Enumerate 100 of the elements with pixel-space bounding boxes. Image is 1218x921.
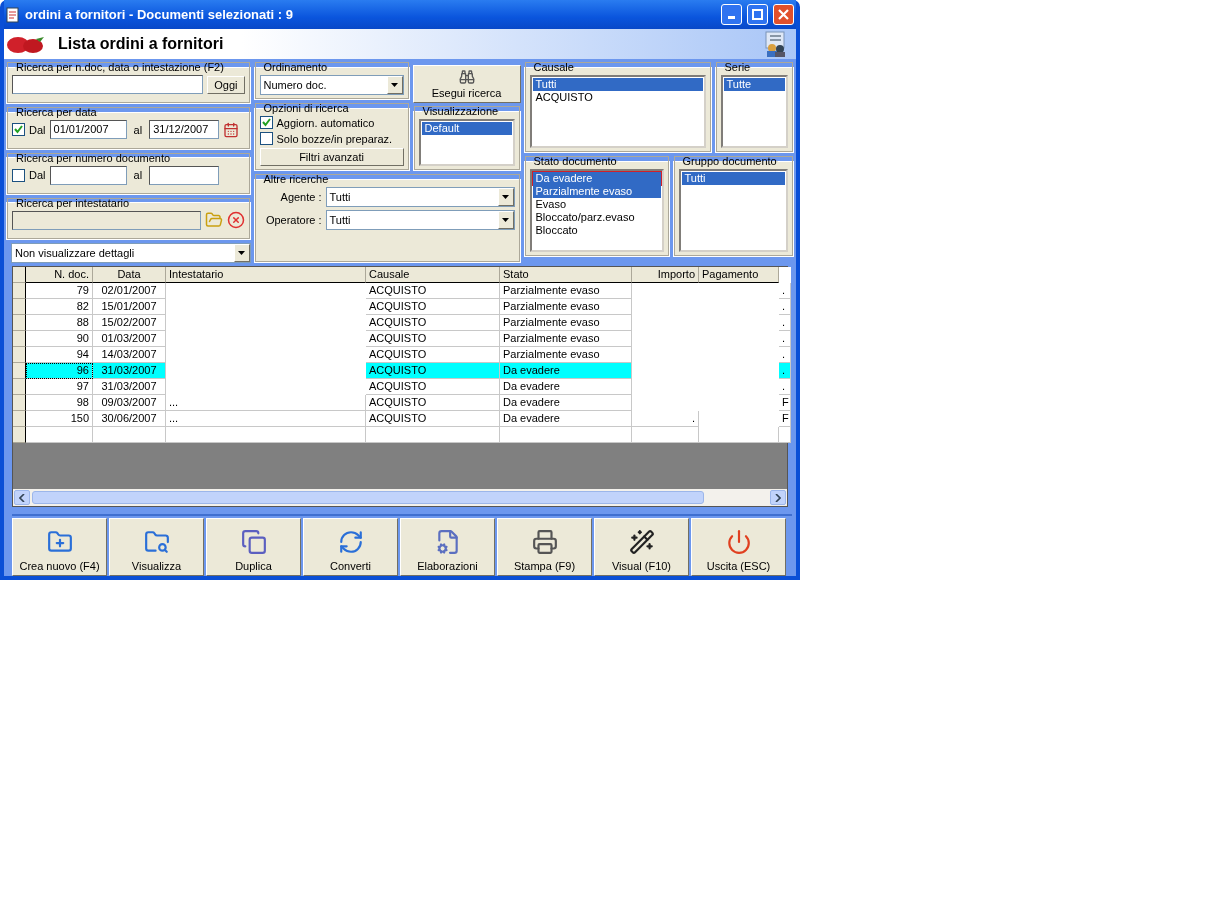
table-cell: ... [166,395,366,411]
table-cell: 01/03/2007 [93,331,166,347]
checkbox[interactable] [12,168,25,182]
filter-dropdown[interactable]: Tutti [325,210,515,230]
today-button[interactable]: Oggi [207,75,245,94]
group-label: Ricerca per numero documento [15,151,172,164]
list-item[interactable]: Evaso [532,198,661,211]
details-dropdown[interactable]: Non visualizzare dettagli [11,243,251,263]
maximize-button[interactable] [747,4,768,25]
column-header[interactable]: Data [93,267,166,283]
field-label: al [132,123,144,136]
list-item[interactable]: ACQUISTO [532,91,703,104]
toolbar-button[interactable]: Elaborazioni [400,518,495,576]
horizontal-scrollbar[interactable] [13,489,787,506]
row-header[interactable] [13,315,26,331]
calendar-icon[interactable] [223,121,240,138]
list-box[interactable]: Tutte [720,75,788,148]
search-button[interactable]: Esegui ricerca [412,65,521,103]
row-header[interactable] [13,379,26,395]
checkbox[interactable] [259,116,273,129]
checkbox[interactable] [12,123,25,137]
field-label: al [132,169,144,181]
list-item[interactable]: Bloccato/parz.evaso [532,211,661,224]
table-cell: 09/03/2007 [93,395,166,411]
group-label: Visualizzazione [421,105,500,117]
table-cell: 31/03/2007 [93,379,166,395]
maximize-icon [752,9,763,20]
list-box[interactable]: Tutti ACQUISTO [529,75,706,148]
toolbar-button[interactable]: Crea nuovo (F4) [12,518,107,576]
checkbox[interactable] [259,132,273,145]
filter-dropdown[interactable]: Tutti [325,187,515,207]
page-title: Lista ordini a fornitori [58,35,225,53]
toolbar-button[interactable]: Converti [303,518,398,576]
table-cell: ... [166,411,366,427]
number-field[interactable] [49,165,127,185]
holder-field[interactable] [12,210,201,230]
column-header[interactable]: Pagamento [699,267,779,283]
column-header[interactable]: Causale [366,267,500,283]
scroll-left-icon[interactable] [14,490,30,505]
list-item[interactable]: Tutti [681,172,785,185]
search-field[interactable] [12,75,204,94]
date-field[interactable]: 31/12/2007 [149,120,220,140]
close-button[interactable] [773,4,794,25]
table-cell: 96 [26,363,93,379]
table-cell: 15/02/2007 [93,315,166,331]
list-item[interactable]: Tutte [723,78,785,91]
table-cell: 31/03/2007 [93,363,166,379]
users-list-icon[interactable] [762,31,788,57]
row-header[interactable] [13,299,26,315]
checkbox-label: Aggiorn. automatico [276,116,375,129]
row-header[interactable] [13,427,26,443]
row-header[interactable] [13,395,26,411]
table-cell: 14/03/2007 [93,347,166,363]
column-header[interactable]: Intestatario [166,267,366,283]
list-box[interactable]: Default [418,119,515,166]
date-field[interactable]: 01/01/2007 [49,120,127,140]
row-header[interactable] [13,283,26,299]
list-item[interactable]: Parzialmente evaso [532,185,661,198]
toolbar-button[interactable]: Visual (F10) [594,518,689,576]
advanced-filters-button[interactable]: Filtri avanzati [259,148,404,166]
table-cell: . [779,283,791,299]
row-header[interactable] [13,411,26,427]
table-cell: 15/01/2007 [93,299,166,315]
table-cell: ACQUISTO [366,395,500,411]
number-field[interactable] [149,165,220,185]
list-box[interactable]: Tutti [678,169,788,252]
clear-icon[interactable] [226,211,245,230]
toolbar-button[interactable]: Uscita (ESC) [691,518,786,576]
list-item[interactable]: Tutti [532,78,703,91]
toolbar-button[interactable]: Stampa (F9) [497,518,592,576]
scroll-right-icon[interactable] [770,490,786,505]
row-header[interactable] [13,331,26,347]
table-cell: 30/06/2007 [93,411,166,427]
table-cell: . [779,379,791,395]
row-header[interactable] [13,363,26,379]
list-item[interactable]: Bloccato [532,224,661,237]
list-item[interactable]: Da evadere [532,172,661,185]
table-cell: 90 [26,331,93,347]
table-cell: 82 [26,299,93,315]
column-header[interactable]: Stato [500,267,632,283]
toolbar-button[interactable]: Visualizza [109,518,204,576]
toolbar-button[interactable]: Duplica [206,518,301,576]
column-header[interactable]: Importo [632,267,699,283]
table-cell: 150 [26,411,93,427]
list-item[interactable]: Default [421,122,512,135]
column-header[interactable]: N. doc. [26,267,93,283]
table-cell: 98 [26,395,93,411]
checkbox-label: Solo bozze/in preparaz. [276,132,393,145]
list-box[interactable]: Da evadere Parzialmente evaso Evaso Bloccato/parz.evaso Bloccato [529,169,664,252]
row-header[interactable] [13,347,26,363]
table-cell: Parzialmente evaso [500,347,632,363]
power-icon [725,529,752,555]
table-cell: Parzialmente evaso [500,315,632,331]
table-cell: . [779,363,791,379]
ordering-dropdown[interactable]: Numero doc. [259,75,404,95]
close-icon [778,9,789,20]
table-cell: 02/01/2007 [93,283,166,299]
table-cell: . [779,347,791,363]
group-label: Gruppo documento [681,155,778,167]
minimize-button[interactable] [721,4,742,25]
